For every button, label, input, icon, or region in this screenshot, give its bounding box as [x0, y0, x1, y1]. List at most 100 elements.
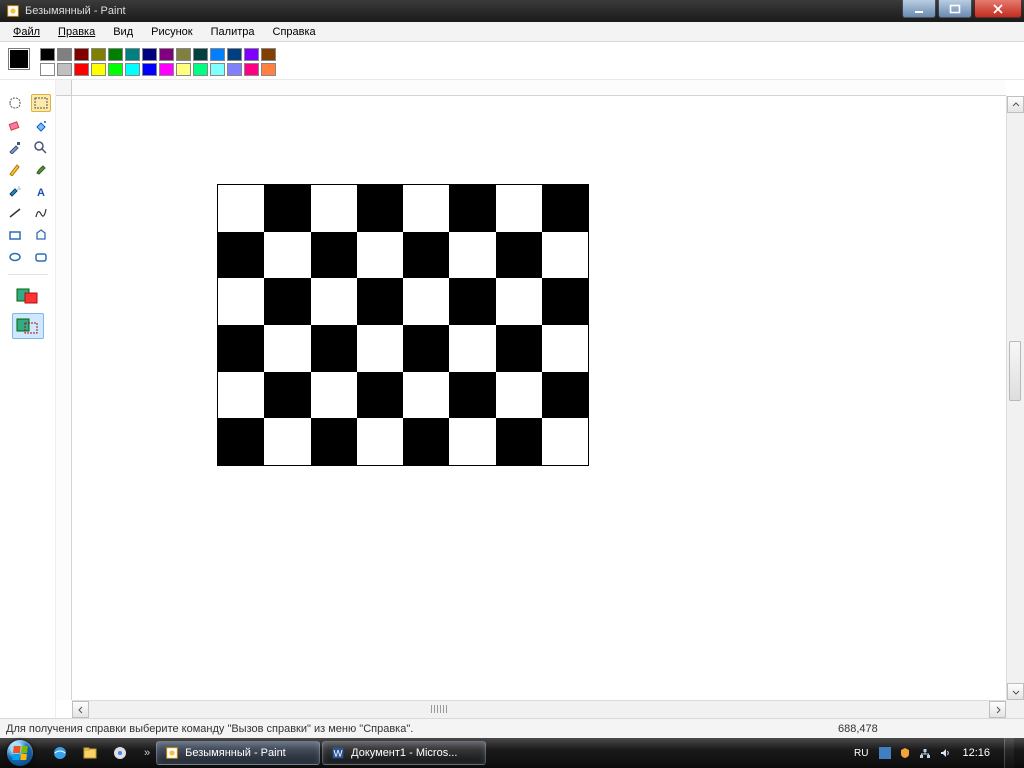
palette-swatch[interactable] [159, 63, 174, 76]
opaque-option-icon[interactable] [12, 283, 44, 309]
line-icon[interactable] [5, 204, 25, 222]
ruler-corner [56, 80, 72, 96]
freeform-select-icon[interactable] [5, 94, 25, 112]
palette-swatch[interactable] [108, 48, 123, 61]
pinned-explorer-icon[interactable] [76, 741, 104, 765]
palette-swatch[interactable] [159, 48, 174, 61]
canvas-viewport [56, 80, 1024, 718]
status-bar: Для получения справки выберите команду "… [0, 718, 1024, 738]
tray-network-icon[interactable] [918, 746, 932, 760]
tray-volume-icon[interactable] [938, 746, 952, 760]
canvas-scroll[interactable] [72, 96, 1006, 700]
airbrush-icon[interactable] [5, 182, 25, 200]
pinned-ie-icon[interactable] [46, 741, 74, 765]
text-icon[interactable]: A [31, 182, 51, 200]
ellipse-icon[interactable] [5, 248, 25, 266]
taskbar-item-label: Документ1 - Micros... [351, 747, 457, 759]
palette-swatch[interactable] [57, 63, 72, 76]
menu-view[interactable]: Вид [106, 24, 140, 40]
palette-swatch[interactable] [108, 63, 123, 76]
palette-swatch[interactable] [244, 63, 259, 76]
curve-icon[interactable] [31, 204, 51, 222]
menu-edit[interactable]: Правка [51, 24, 102, 40]
palette-swatch[interactable] [142, 63, 157, 76]
start-button[interactable] [0, 738, 40, 768]
brush-icon[interactable] [31, 160, 51, 178]
close-button[interactable] [974, 0, 1022, 18]
ruler-vertical [56, 96, 72, 700]
menu-file[interactable]: Файл [6, 24, 47, 40]
taskbar-item-label: Безымянный - Paint [185, 747, 286, 759]
work-area: A [0, 80, 1024, 718]
clock[interactable]: 12:16 [958, 747, 994, 759]
minimize-button[interactable] [902, 0, 936, 18]
palette-swatch[interactable] [142, 48, 157, 61]
taskbar-item-paint[interactable]: Безымянный - Paint [156, 741, 320, 765]
svg-text:W: W [334, 749, 344, 760]
pinned-apps [42, 741, 138, 765]
menu-palette[interactable]: Палитра [204, 24, 262, 40]
rounded-rect-icon[interactable] [31, 248, 51, 266]
palette-swatch[interactable] [244, 48, 259, 61]
polygon-icon[interactable] [31, 226, 51, 244]
palette-swatch[interactable] [210, 63, 225, 76]
scroll-v-thumb[interactable] [1009, 341, 1021, 401]
palette-swatch[interactable] [74, 63, 89, 76]
taskbar-item-word[interactable]: W Документ1 - Micros... [322, 741, 486, 765]
svg-text:A: A [37, 187, 45, 198]
scroll-left-button[interactable] [72, 701, 89, 718]
rect-icon[interactable] [5, 226, 25, 244]
palette-swatch[interactable] [261, 48, 276, 61]
palette-swatch[interactable] [40, 48, 55, 61]
palette-swatch[interactable] [261, 63, 276, 76]
system-tray: RU 12:16 [850, 738, 1020, 768]
palette-swatch[interactable] [74, 48, 89, 61]
palette-swatch[interactable] [176, 48, 191, 61]
canvas[interactable] [72, 96, 1006, 700]
paint-icon [165, 746, 179, 760]
eyedropper-icon[interactable] [5, 138, 25, 156]
pencil-icon[interactable] [5, 160, 25, 178]
scrollbar-horizontal[interactable] [72, 700, 1006, 718]
eraser-icon[interactable] [5, 116, 25, 134]
ruler-horizontal [72, 80, 1006, 96]
language-indicator[interactable]: RU [850, 748, 872, 759]
toolbox: A [0, 80, 56, 718]
current-color-swatch[interactable] [8, 48, 30, 70]
scroll-up-button[interactable] [1007, 96, 1024, 113]
paint-icon [6, 4, 20, 18]
window-title: Безымянный - Paint [25, 5, 126, 17]
window-buttons [902, 0, 1024, 22]
menu-image[interactable]: Рисунок [144, 24, 200, 40]
menu-help[interactable]: Справка [266, 24, 323, 40]
palette-swatch[interactable] [91, 48, 106, 61]
palette-swatch[interactable] [91, 63, 106, 76]
palette-swatch[interactable] [210, 48, 225, 61]
rect-select-icon[interactable] [31, 94, 51, 112]
palette-swatch[interactable] [176, 63, 191, 76]
palette-swatch[interactable] [227, 63, 242, 76]
transparent-option-icon[interactable] [12, 313, 44, 339]
palette-swatch[interactable] [125, 48, 140, 61]
palette-swatch[interactable] [227, 48, 242, 61]
fill-icon[interactable] [31, 116, 51, 134]
scroll-h-track[interactable] [89, 701, 989, 718]
palette-swatch[interactable] [125, 63, 140, 76]
taskbar: » Безымянный - Paint W Документ1 - Micro… [0, 738, 1024, 768]
scroll-down-button[interactable] [1007, 683, 1024, 700]
palette-swatch[interactable] [193, 48, 208, 61]
palette-swatch[interactable] [57, 48, 72, 61]
tray-flag-icon[interactable] [878, 746, 892, 760]
palette-swatch[interactable] [40, 63, 55, 76]
tray-shield-icon[interactable] [898, 746, 912, 760]
menu-bar: Файл Правка Вид Рисунок Палитра Справка [0, 22, 1024, 42]
show-desktop-button[interactable] [1004, 738, 1014, 768]
scrollbar-vertical[interactable] [1006, 96, 1024, 700]
scroll-right-button[interactable] [989, 701, 1006, 718]
zoom-icon[interactable] [31, 138, 51, 156]
color-palette [40, 48, 276, 76]
pinned-chrome-icon[interactable] [106, 741, 134, 765]
palette-swatch[interactable] [193, 63, 208, 76]
scroll-v-track[interactable] [1007, 113, 1024, 683]
maximize-button[interactable] [938, 0, 972, 18]
